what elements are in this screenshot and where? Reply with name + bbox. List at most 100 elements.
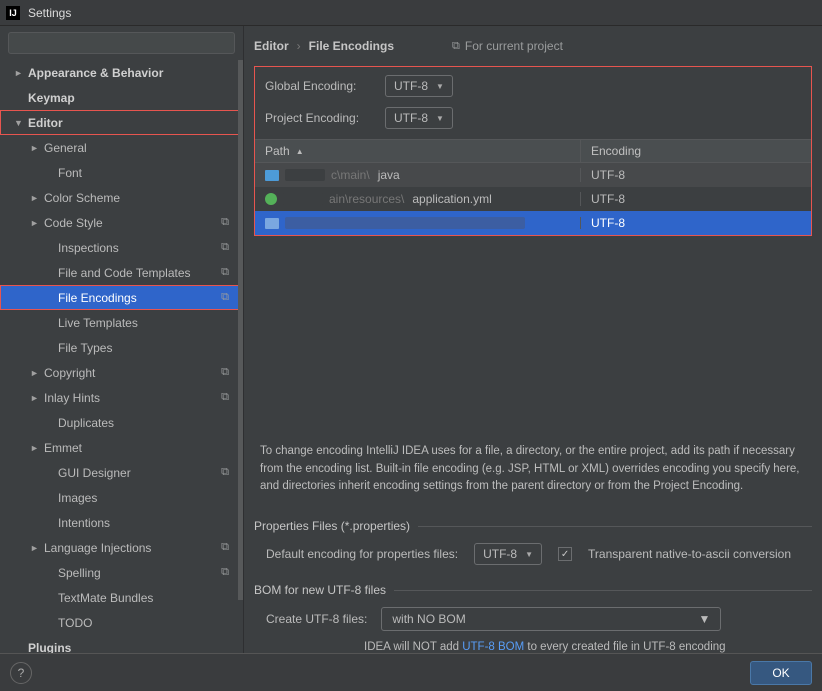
sidebar-item-spelling[interactable]: Spelling ⧉ [0, 560, 243, 585]
redacted-text [285, 217, 525, 229]
chevron-down-icon: ▼ [436, 114, 444, 123]
sidebar-item-gui-designer[interactable]: GUI Designer⧉ [0, 460, 243, 485]
settings-tree[interactable]: ►Appearance & BehaviorKeymap▼Editor►Gene… [0, 60, 243, 653]
properties-section-title: Properties Files (*.properties) [244, 505, 822, 539]
col-path-header[interactable]: Path ▲ [255, 140, 581, 162]
encodings-panel: Global Encoding: UTF-8 ▼ Project Encodin… [254, 66, 812, 236]
bom-create-combo[interactable]: with NO BOM ▼ [381, 607, 721, 631]
sidebar-item-file-and-code-templates[interactable]: File and Code Templates⧉ [0, 260, 243, 285]
bom-create-label: Create UTF-8 files: [266, 612, 367, 626]
sidebar-item-color-scheme[interactable]: ►Color Scheme [0, 185, 243, 210]
bom-section-title: BOM for new UTF-8 files [244, 569, 822, 603]
sidebar-item-label: Inlay Hints [44, 391, 100, 405]
sidebar-item-appearance-behavior[interactable]: ►Appearance & Behavior [0, 60, 243, 85]
tree-arrow-icon: ► [30, 218, 40, 228]
chevron-down-icon: ▼ [436, 82, 444, 91]
col-encoding-header[interactable]: Encoding [581, 140, 811, 162]
sidebar-item-keymap[interactable]: Keymap [0, 85, 243, 110]
table-row[interactable]: UTF-8 [255, 211, 811, 235]
sidebar-item-plugins[interactable]: Plugins [0, 635, 243, 653]
search-wrap: ⌕ [0, 26, 243, 60]
sidebar-item-label: Emmet [44, 441, 82, 455]
properties-section-body: Default encoding for properties files: U… [244, 539, 822, 569]
sidebar-item-inspections[interactable]: Inspections⧉ [0, 235, 243, 260]
sidebar-item-label: Copyright [44, 366, 95, 380]
sidebar-item-label: File Encodings [58, 291, 137, 305]
project-scope-icon: ⧉ [221, 566, 229, 579]
props-default-label: Default encoding for properties files: [266, 547, 458, 561]
window-title: Settings [28, 6, 71, 20]
sidebar-item-code-style[interactable]: ►Code Style⧉ [0, 210, 243, 235]
sidebar-item-label: Images [58, 491, 97, 505]
transparent-checkbox[interactable] [558, 547, 572, 561]
crumb-page: File Encodings [309, 39, 394, 53]
encoding-cell[interactable]: UTF-8 [581, 192, 811, 206]
app-logo-icon: IJ [6, 6, 20, 20]
sidebar-item-font[interactable]: Font [0, 160, 243, 185]
help-button[interactable]: ? [10, 662, 32, 684]
sidebar-item-label: TODO [58, 616, 92, 630]
tree-arrow-icon: ► [30, 393, 40, 403]
copy-icon: ⧉ [452, 40, 460, 53]
sidebar-item-general[interactable]: ►General [0, 135, 243, 160]
encoding-cell[interactable]: UTF-8 [581, 168, 811, 182]
sidebar-item-label: Spelling [58, 566, 101, 580]
table-row[interactable]: ain\resources\application.ymlUTF-8 [255, 187, 811, 211]
sort-asc-icon: ▲ [296, 147, 304, 156]
folder-sel-icon [265, 218, 279, 229]
sidebar-item-todo[interactable]: TODO [0, 610, 243, 635]
dialog-footer: ? OK [0, 653, 822, 691]
bom-link[interactable]: UTF-8 BOM [462, 641, 524, 653]
sidebar-item-images[interactable]: Images [0, 485, 243, 510]
global-encoding-label: Global Encoding: [265, 79, 375, 93]
bom-note: IDEA will NOT add UTF-8 BOM to every cre… [244, 635, 822, 653]
sidebar-item-label: Inspections [58, 241, 119, 255]
project-encoding-combo[interactable]: UTF-8 ▼ [385, 107, 453, 129]
sidebar-item-editor[interactable]: ▼Editor [0, 110, 243, 135]
sidebar-item-textmate-bundles[interactable]: TextMate Bundles [0, 585, 243, 610]
sidebar-item-label: Intentions [58, 516, 110, 530]
crumb-root[interactable]: Editor [254, 39, 289, 53]
table-empty-area [244, 236, 822, 433]
tree-arrow-icon: ► [30, 193, 40, 203]
main: ⌕ ►Appearance & BehaviorKeymap▼Editor►Ge… [0, 26, 822, 653]
help-text: To change encoding IntelliJ IDEA uses fo… [244, 433, 822, 505]
breadcrumb: Editor › File Encodings ⧉ For current pr… [244, 26, 822, 66]
sidebar-item-copyright[interactable]: ►Copyright⧉ [0, 360, 243, 385]
ok-button[interactable]: OK [750, 661, 812, 685]
sidebar-item-label: Duplicates [58, 416, 114, 430]
sidebar-item-intentions[interactable]: Intentions [0, 510, 243, 535]
project-encoding-row: Project Encoding: UTF-8 ▼ [255, 107, 811, 139]
tree-arrow-icon: ► [30, 143, 40, 153]
encodings-table-header: Path ▲ Encoding [255, 139, 811, 163]
project-scope-icon: ⧉ [221, 366, 229, 379]
sidebar: ⌕ ►Appearance & BehaviorKeymap▼Editor►Ge… [0, 26, 244, 653]
sidebar-item-label: File Types [58, 341, 112, 355]
sidebar-item-file-encodings[interactable]: File Encodings ⧉ [0, 285, 243, 310]
sidebar-item-label: Appearance & Behavior [28, 66, 163, 80]
table-row[interactable]: c\main\javaUTF-8 [255, 163, 811, 187]
sidebar-item-inlay-hints[interactable]: ►Inlay Hints⧉ [0, 385, 243, 410]
search-input[interactable] [8, 32, 235, 54]
sidebar-item-duplicates[interactable]: Duplicates [0, 410, 243, 435]
project-scope-icon: ⧉ [221, 466, 229, 479]
sidebar-item-emmet[interactable]: ► Emmet [0, 435, 243, 460]
tree-arrow-icon: ► [30, 443, 40, 453]
redacted-text [283, 193, 323, 205]
bom-row: Create UTF-8 files: with NO BOM ▼ [244, 603, 822, 635]
sidebar-item-live-templates[interactable]: Live Templates [0, 310, 243, 335]
sidebar-item-label: Language Injections [44, 541, 151, 555]
props-default-combo[interactable]: UTF-8 ▼ [474, 543, 542, 565]
global-encoding-combo[interactable]: UTF-8 ▼ [385, 75, 453, 97]
sidebar-item-label: TextMate Bundles [58, 591, 153, 605]
sidebar-item-label: File and Code Templates [58, 266, 191, 280]
sidebar-item-language-injections[interactable]: ►Language Injections⧉ [0, 535, 243, 560]
crumb-sep: › [297, 39, 301, 53]
sidebar-item-label: Keymap [28, 91, 75, 105]
sidebar-item-file-types[interactable]: File Types [0, 335, 243, 360]
encoding-cell[interactable]: UTF-8 [581, 216, 811, 230]
transparent-label: Transparent native-to-ascii conversion [588, 547, 791, 561]
project-scope-icon: ⧉ [221, 291, 229, 304]
project-scope-icon: ⧉ [221, 541, 229, 554]
scrollbar[interactable] [238, 60, 243, 600]
